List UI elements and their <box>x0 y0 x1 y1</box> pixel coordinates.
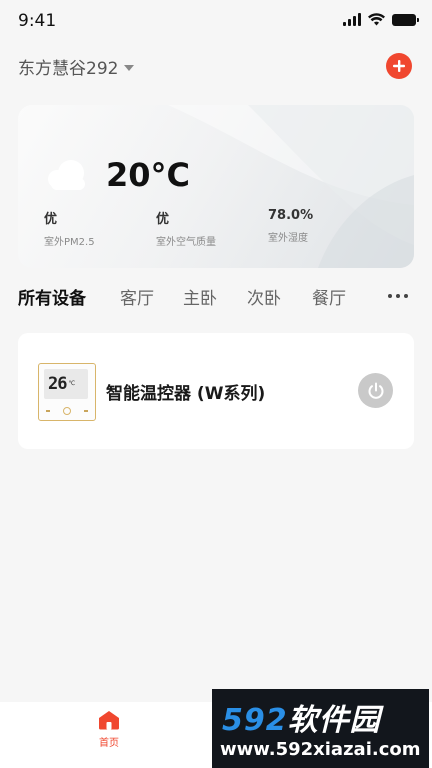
thermostat-display-value: 26 <box>48 374 68 394</box>
metric-label: 室外空气质量 <box>156 237 216 248</box>
watermark-url: www.592xiazai.com <box>220 739 421 760</box>
plus-icon <box>393 60 405 72</box>
watermark-number: 592 <box>222 703 288 738</box>
wifi-icon <box>368 13 385 26</box>
thermostat-controls <box>46 407 88 415</box>
watermark-text: 软件园 <box>287 703 381 738</box>
device-card[interactable]: 26 ℃ 智能温控器 (W系列) <box>18 333 414 449</box>
metric-air-quality: 优 室外空气质量 <box>156 208 216 248</box>
thermostat-display-unit: ℃ <box>68 380 76 387</box>
chevron-down-icon <box>124 64 135 71</box>
room-tabs: 所有设备 客厅 主卧 次卧 餐厅 <box>18 284 414 309</box>
nav-home-label: 首页 <box>99 738 119 749</box>
cellular-signal-icon <box>343 13 361 26</box>
watermark-brand: 592软件园 <box>222 695 381 739</box>
power-icon <box>368 382 383 399</box>
metric-label: 室外湿度 <box>268 233 308 244</box>
tab-master-bedroom[interactable]: 主卧 <box>183 284 217 309</box>
status-bar: 9:41 <box>0 0 432 44</box>
device-name: 智能温控器 (W系列) <box>106 384 266 404</box>
power-button[interactable] <box>358 373 393 408</box>
metric-value: 78.0% <box>268 208 314 223</box>
nav-home[interactable]: 首页 <box>94 710 124 749</box>
home-selector[interactable]: 东方慧谷292 <box>18 54 135 79</box>
home-icon <box>99 711 119 730</box>
tab-second-bedroom[interactable]: 次卧 <box>247 284 281 309</box>
metric-label: 室外PM2.5 <box>44 237 95 248</box>
tab-dining-room[interactable]: 餐厅 <box>312 284 346 309</box>
add-device-button[interactable] <box>386 53 412 79</box>
metric-value: 优 <box>44 212 58 227</box>
thermostat-device-image: 26 ℃ <box>38 363 96 421</box>
status-time: 9:41 <box>18 11 57 31</box>
metric-humidity: 78.0% 室外湿度 <box>268 208 313 244</box>
more-tabs-icon[interactable] <box>388 294 408 298</box>
cloudy-weather-icon <box>48 160 85 190</box>
tab-living-room[interactable]: 客厅 <box>120 284 154 309</box>
outdoor-temperature: 20°C <box>106 156 191 194</box>
home-name: 东方慧谷292 <box>18 59 119 79</box>
status-icons <box>343 13 419 26</box>
weather-card[interactable]: 20°C 优 室外PM2.5 优 室外空气质量 78.0% 室外湿度 <box>18 105 414 268</box>
thermostat-screen: 26 ℃ <box>44 369 88 399</box>
battery-icon <box>392 13 419 26</box>
tab-all-devices[interactable]: 所有设备 <box>18 284 86 309</box>
metric-value: 优 <box>156 212 170 227</box>
site-watermark: 592软件园 www.592xiazai.com <box>212 689 429 768</box>
metric-pm25: 优 室外PM2.5 <box>44 208 95 248</box>
